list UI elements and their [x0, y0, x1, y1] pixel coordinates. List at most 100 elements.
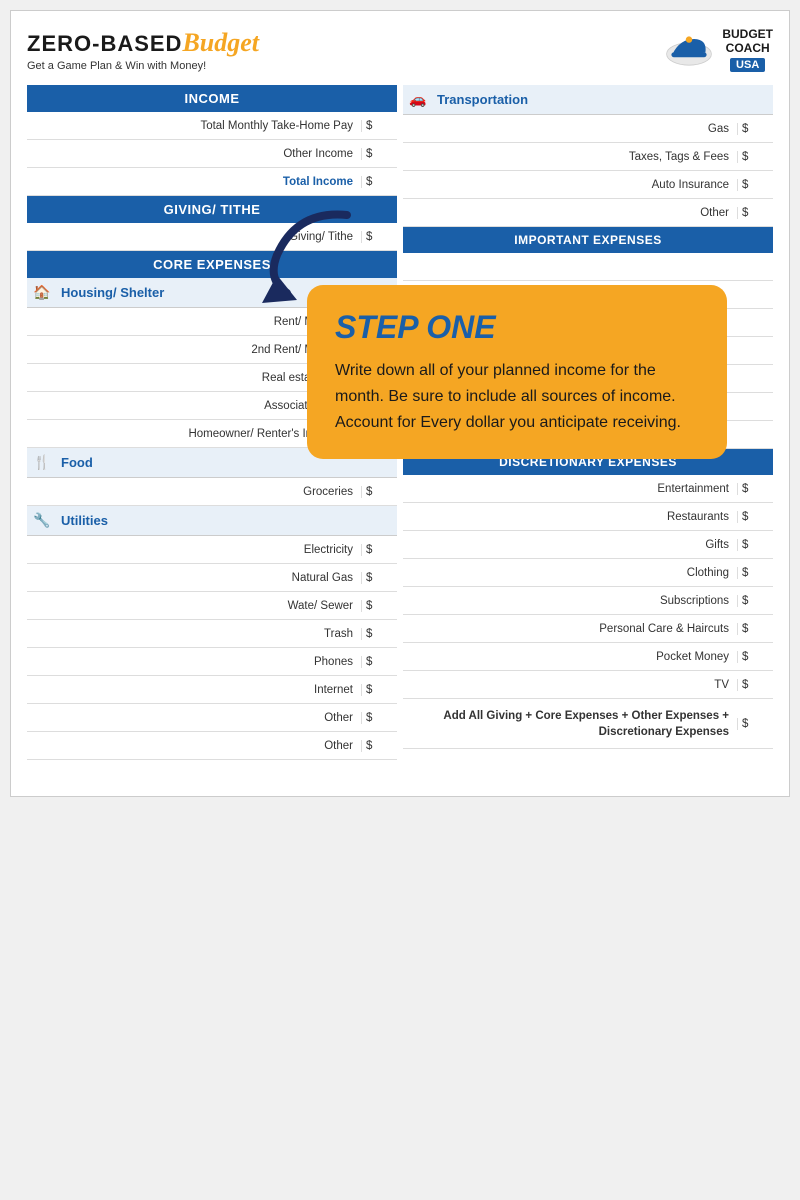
discr-row-5: Subscriptions $ [403, 587, 773, 615]
util-dollar-5: $ [361, 656, 397, 668]
discr-row-8: TV $ [403, 671, 773, 699]
step-one-box: STEP ONE Write down all of your planned … [307, 285, 727, 459]
util-row-1: Electricity $ [27, 536, 397, 564]
util-label-5: Phones [27, 656, 361, 668]
discr-row-4: Clothing $ [403, 559, 773, 587]
util-dollar-7: $ [361, 712, 397, 724]
util-dollar-2: $ [361, 572, 397, 584]
utilities-label: Utilities [57, 513, 397, 528]
discr-label-8: TV [403, 679, 737, 691]
discr-row-7: Pocket Money $ [403, 643, 773, 671]
discr-dollar-3: $ [737, 539, 773, 551]
food-label-1: Groceries [27, 486, 361, 498]
brand-left: ZERO-BASEDBudget Get a Game Plan & Win w… [27, 28, 259, 72]
discr-row-3: Gifts $ [403, 531, 773, 559]
brand-budget: BUDGET [722, 27, 773, 41]
util-row-6: Internet $ [27, 676, 397, 704]
housing-icon: 🏠 [27, 284, 57, 301]
discr-dollar-5: $ [737, 595, 773, 607]
util-label-6: Internet [27, 684, 361, 696]
transport-label-4: Other [403, 207, 737, 219]
discr-label-4: Clothing [403, 567, 737, 579]
income-dollar-1: $ [361, 120, 397, 132]
hat-icon [664, 30, 714, 70]
food-row-1: Groceries $ [27, 478, 397, 506]
food-icon: 🍴 [27, 454, 57, 471]
utilities-cat-row: 🔧 Utilities [27, 506, 397, 536]
brand-coach: COACH [722, 41, 773, 55]
income-label-2: Other Income [27, 148, 361, 160]
summary-label: Add All Giving + Core Expenses + Other E… [403, 708, 737, 740]
step-one-title: STEP ONE [335, 309, 699, 346]
bottom-spacer [27, 760, 773, 780]
transport-row-1: Gas $ [403, 115, 773, 143]
transport-header-row: 🚗 Transportation [403, 85, 773, 115]
util-dollar-1: $ [361, 544, 397, 556]
income-row-1: Total Monthly Take-Home Pay $ [27, 112, 397, 140]
transport-label-3: Auto Insurance [403, 179, 737, 191]
discr-label-5: Subscriptions [403, 595, 737, 607]
util-dollar-3: $ [361, 600, 397, 612]
util-row-5: Phones $ [27, 648, 397, 676]
transport-row-4: Other $ [403, 199, 773, 227]
util-row-8: Other $ [27, 732, 397, 760]
subtitle: Get a Game Plan & Win with Money! [27, 60, 259, 72]
summary-dollar: $ [737, 718, 773, 730]
transport-label-1: Gas [403, 123, 737, 135]
discr-label-2: Restaurants [403, 511, 737, 523]
income-label-1: Total Monthly Take-Home Pay [27, 120, 361, 132]
income-dollar-2: $ [361, 148, 397, 160]
brand-right-text: BUDGET COACH USA [722, 27, 773, 73]
util-label-7: Other [27, 712, 361, 724]
util-dollar-6: $ [361, 684, 397, 696]
income-dollar-3: $ [361, 176, 397, 188]
discr-dollar-7: $ [737, 651, 773, 663]
brand-usa: USA [730, 58, 765, 72]
util-label-2: Natural Gas [27, 572, 361, 584]
transport-label-2: Taxes, Tags & Fees [403, 151, 737, 163]
discr-dollar-1: $ [737, 483, 773, 495]
spacer-1 [403, 253, 773, 281]
util-dollar-4: $ [361, 628, 397, 640]
transport-icon: 🚗 [403, 91, 433, 108]
page: ZERO-BASEDBudget Get a Game Plan & Win w… [10, 10, 790, 797]
util-row-3: Wate/ Sewer $ [27, 592, 397, 620]
discr-dollar-6: $ [737, 623, 773, 635]
discr-label-1: Entertainment [403, 483, 737, 495]
summary-row: Add All Giving + Core Expenses + Other E… [403, 699, 773, 749]
discr-row-1: Entertainment $ [403, 475, 773, 503]
discr-label-6: Personal Care & Haircuts [403, 623, 737, 635]
important-header: IMPORTANT EXPENSES [403, 227, 773, 253]
util-dollar-8: $ [361, 740, 397, 752]
transport-row-3: Auto Insurance $ [403, 171, 773, 199]
income-row-2: Other Income $ [27, 140, 397, 168]
utilities-icon: 🔧 [27, 512, 57, 529]
transport-dollar-1: $ [737, 123, 773, 135]
discr-row-6: Personal Care & Haircuts $ [403, 615, 773, 643]
food-dollar-1: $ [361, 486, 397, 498]
brand-right: BUDGET COACH USA [664, 27, 773, 73]
discr-label-3: Gifts [403, 539, 737, 551]
step-one-overlay: STEP ONE Write down all of your planned … [307, 285, 727, 459]
title-budget: Budget [182, 28, 259, 57]
income-label-3: Total Income [27, 176, 361, 188]
discr-label-7: Pocket Money [403, 651, 737, 663]
util-label-8: Other [27, 740, 361, 752]
transport-dollar-3: $ [737, 179, 773, 191]
transport-dollar-4: $ [737, 207, 773, 219]
discr-dollar-8: $ [737, 679, 773, 691]
util-row-4: Trash $ [27, 620, 397, 648]
budget-grid: INCOME Total Monthly Take-Home Pay $ Oth… [27, 85, 773, 760]
income-row-3: Total Income $ [27, 168, 397, 196]
income-header: INCOME [27, 85, 397, 112]
step-one-body: Write down all of your planned income fo… [335, 358, 699, 435]
util-label-4: Trash [27, 628, 361, 640]
transport-header-label: Transportation [433, 92, 773, 107]
transport-dollar-2: $ [737, 151, 773, 163]
util-label-1: Electricity [27, 544, 361, 556]
util-label-3: Wate/ Sewer [27, 600, 361, 612]
title-zero: ZERO-BASED [27, 31, 182, 56]
header: ZERO-BASEDBudget Get a Game Plan & Win w… [27, 27, 773, 73]
transport-row-2: Taxes, Tags & Fees $ [403, 143, 773, 171]
discr-dollar-2: $ [737, 511, 773, 523]
